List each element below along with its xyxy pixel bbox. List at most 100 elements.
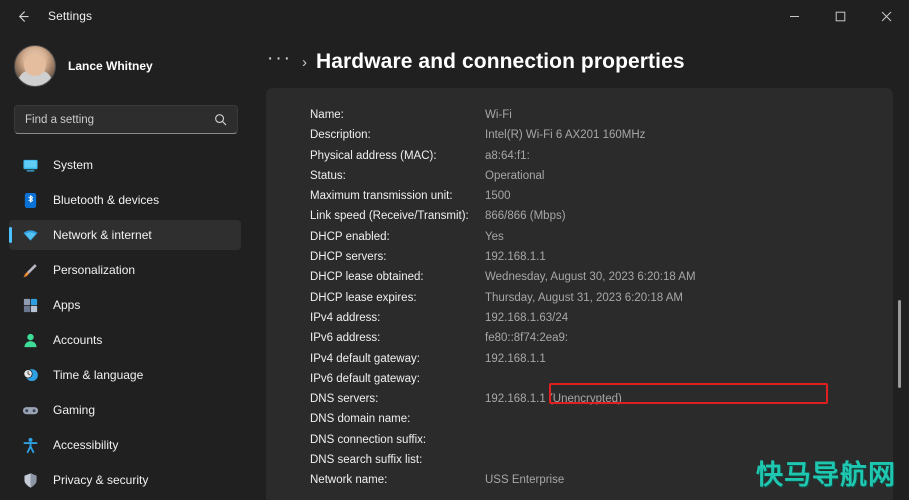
app-title: Settings xyxy=(48,9,93,23)
property-row: DHCP servers: 192.168.1.1 xyxy=(310,251,696,271)
property-value: fe80::8f74:2ea9: xyxy=(485,332,569,345)
paintbrush-icon xyxy=(21,261,39,279)
search-icon xyxy=(214,113,227,131)
sidebar-item-privacy-security[interactable]: Privacy & security xyxy=(9,465,241,495)
property-value: Thursday, August 31, 2023 6:20:18 AM xyxy=(485,291,683,304)
page-title: Hardware and connection properties xyxy=(315,50,685,73)
sidebar-item-accessibility[interactable]: Accessibility xyxy=(9,430,241,460)
sidebar-item-label: Gaming xyxy=(53,403,96,417)
property-key: DHCP lease expires: xyxy=(310,291,417,304)
sidebar-item-personalization[interactable]: Personalization xyxy=(9,255,241,285)
property-row: DNS connection suffix: xyxy=(310,434,696,454)
property-key: DHCP servers: xyxy=(310,251,387,264)
property-row: IPv6 default gateway: xyxy=(310,373,696,393)
minimize-button[interactable] xyxy=(771,0,817,32)
property-value: 192.168.1.63/24 xyxy=(485,311,569,324)
sidebar-item-apps[interactable]: Apps xyxy=(9,290,241,320)
property-value: 192.168.1.1 (Unencrypted) xyxy=(485,393,622,406)
account-icon xyxy=(21,331,39,349)
apps-icon xyxy=(21,296,39,314)
sidebar-item-label: System xyxy=(53,158,94,172)
property-row: IPv4 default gateway: 192.168.1.1 xyxy=(310,353,696,373)
back-button[interactable] xyxy=(4,1,40,31)
property-key: Description: xyxy=(310,129,371,142)
clock-icon xyxy=(21,366,39,384)
sidebar-item-label: Privacy & security xyxy=(53,473,149,487)
property-row: Physical address (MAC): a8:64:f1: xyxy=(310,150,696,170)
property-value: Yes xyxy=(485,230,504,243)
property-value: 866/866 (Mbps) xyxy=(485,210,566,223)
scrollbar[interactable] xyxy=(893,32,905,500)
system-icon xyxy=(21,156,39,174)
property-row: DHCP lease expires: Thursday, August 31, … xyxy=(310,292,696,312)
property-key: DHCP enabled: xyxy=(310,230,390,243)
window-controls xyxy=(771,0,909,32)
property-row: Description: Intel(R) Wi-Fi 6 AX201 160MH… xyxy=(310,129,696,149)
property-key: Status: xyxy=(310,169,346,182)
property-key: DNS servers: xyxy=(310,393,379,406)
maximize-button[interactable] xyxy=(817,0,863,32)
bluetooth-icon xyxy=(21,191,39,209)
property-value: Intel(R) Wi-Fi 6 AX201 160MHz xyxy=(485,129,646,142)
property-row: Link speed (Receive/Transmit): 866/866 (M… xyxy=(310,210,696,230)
property-row: DNS domain name: xyxy=(310,413,696,433)
properties-card: Name: Wi-Fi Description: Intel(R) Wi-Fi 6 A… xyxy=(266,88,893,500)
watermark: 快马导航网 xyxy=(756,460,896,491)
title-bar: Settings xyxy=(0,0,909,32)
property-value: Operational xyxy=(485,169,545,182)
property-value: a8:64:f1: xyxy=(485,149,530,162)
property-value: 1500 xyxy=(485,190,511,203)
property-key: DNS domain name: xyxy=(310,413,411,426)
gamepad-icon xyxy=(21,401,39,419)
sidebar-item-label: Personalization xyxy=(53,263,136,277)
search-input[interactable] xyxy=(15,113,201,126)
sidebar-item-network-internet[interactable]: Network & internet xyxy=(9,220,241,250)
property-row: Maximum transmission unit: 1500 xyxy=(310,190,696,210)
sidebar-item-label: Bluetooth & devices xyxy=(53,193,160,207)
sidebar-item-time-language[interactable]: Time & language xyxy=(9,360,241,390)
property-key: IPv6 address: xyxy=(310,332,381,345)
property-row: Network name: USS Enterprise xyxy=(310,474,696,494)
close-button[interactable] xyxy=(863,0,909,32)
account-name: Lance Whitney xyxy=(68,59,153,73)
sidebar-nav: System Bluetooth & devices Network & int… xyxy=(0,150,250,500)
main-content: ··· › Hardware and connection properties… xyxy=(250,32,909,500)
property-value: USS Enterprise xyxy=(485,474,565,487)
sidebar-item-label: Accounts xyxy=(53,333,103,347)
property-key: DNS search suffix list: xyxy=(310,454,423,467)
wifi-icon xyxy=(21,226,39,244)
property-value: Wednesday, August 30, 2023 6:20:18 AM xyxy=(485,271,696,284)
property-key: Network name: xyxy=(310,474,388,487)
sidebar-item-bluetooth-devices[interactable]: Bluetooth & devices xyxy=(9,185,241,215)
chevron-right-icon: › xyxy=(301,53,307,71)
property-row: DNS servers: 192.168.1.1 (Unencrypted) xyxy=(310,393,696,413)
property-key: Maximum transmission unit: xyxy=(310,190,453,203)
accessibility-icon xyxy=(21,436,39,454)
property-row: DHCP enabled: Yes xyxy=(310,231,696,251)
sidebar-item-label: Apps xyxy=(53,298,81,312)
scrollbar-thumb[interactable] xyxy=(898,300,901,388)
search-box[interactable] xyxy=(14,105,238,134)
sidebar-item-label: Accessibility xyxy=(53,438,119,452)
sidebar-item-gaming[interactable]: Gaming xyxy=(9,395,241,425)
settings-window: Settings Lance Whitney Find a setting Sy… xyxy=(0,0,909,500)
property-row: Name: Wi-Fi xyxy=(310,109,696,129)
breadcrumb-ellipsis-button[interactable]: ··· xyxy=(267,49,292,76)
sidebar-item-label: Network & internet xyxy=(53,228,152,242)
property-key: Physical address (MAC): xyxy=(310,149,437,162)
sidebar: Lance Whitney System Bluetooth xyxy=(0,32,250,500)
property-value: 192.168.1.1 xyxy=(485,251,546,264)
property-key: Link speed (Receive/Transmit): xyxy=(310,210,469,223)
property-key: IPv4 default gateway: xyxy=(310,352,420,365)
property-row: DNS search suffix list: xyxy=(310,454,696,474)
property-key: Name: xyxy=(310,109,344,121)
sidebar-item-system[interactable]: System xyxy=(9,150,241,180)
shield-icon xyxy=(21,471,39,489)
account-row[interactable]: Lance Whitney xyxy=(14,45,250,87)
sidebar-item-label: Time & language xyxy=(53,368,144,382)
property-row: IPv4 address: 192.168.1.63/24 xyxy=(310,312,696,332)
property-key: IPv6 default gateway: xyxy=(310,372,420,385)
properties-list: Name: Wi-Fi Description: Intel(R) Wi-Fi 6 A… xyxy=(310,109,696,495)
property-value: Wi-Fi xyxy=(485,109,512,121)
sidebar-item-accounts[interactable]: Accounts xyxy=(9,325,241,355)
